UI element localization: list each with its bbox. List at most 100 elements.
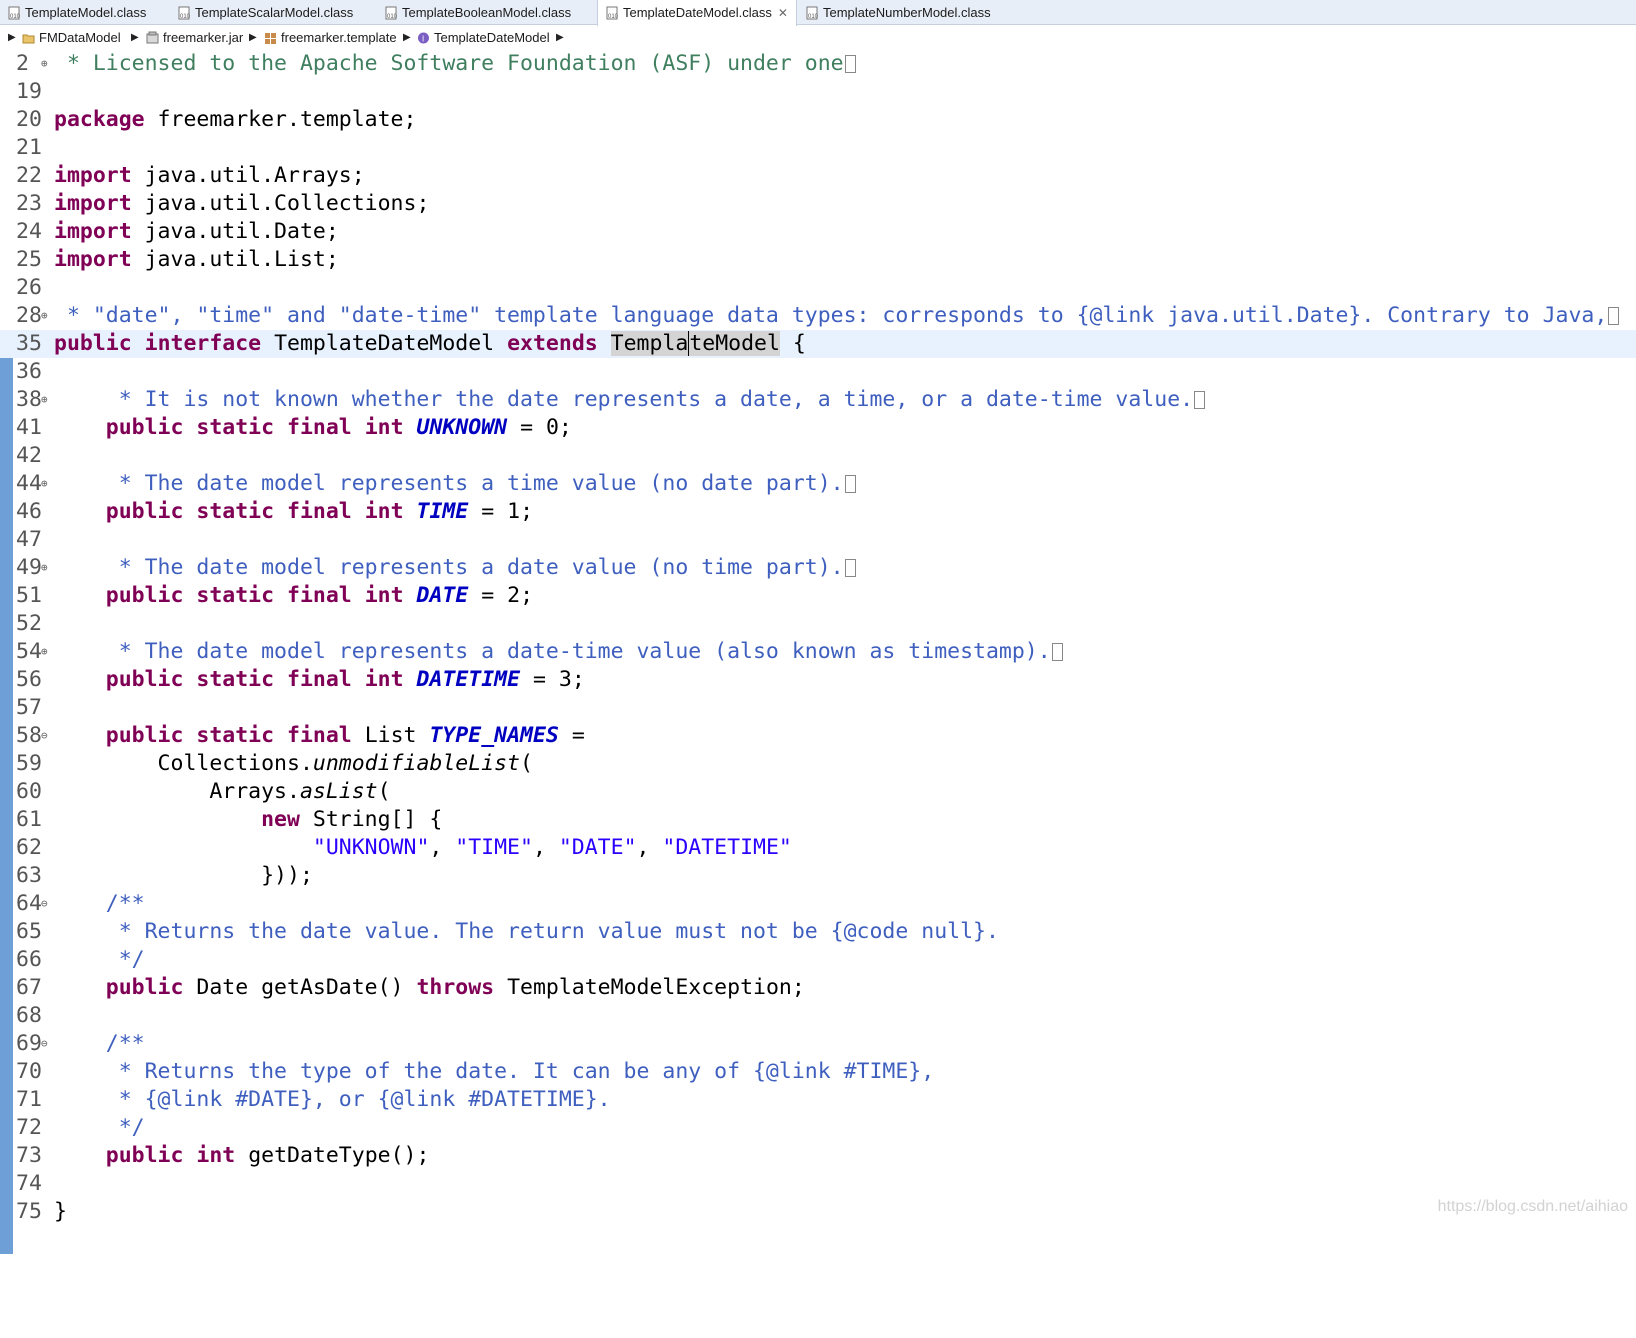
folded-text-icon[interactable] [1194,391,1206,409]
expand-fold-icon[interactable]: ⊕ [41,302,48,330]
class-file-icon: 010 [606,6,619,20]
code-line: 64 ⊖ /** [0,890,1636,946]
code-text: ( [377,779,391,804]
tab-template-model[interactable]: 010 TemplateModel.class [0,0,165,25]
chevron-right-icon[interactable]: ▶ [8,26,16,50]
keyword: import [54,247,132,272]
javadoc-comment: * The date model represents a time value… [54,471,844,496]
code-text: Date getAsDate() [183,975,417,1000]
collapse-fold-icon[interactable]: ⊖ [41,890,48,918]
code-line: 25 import java.util.List; [0,246,1636,274]
tab-template-number-model[interactable]: 010 TemplateNumberModel.class [798,0,1008,25]
line-number: 2 [16,51,29,76]
code-line: 47 [0,526,1636,582]
keyword: package [54,107,145,132]
line-number: 59 [16,751,42,776]
expand-fold-icon[interactable]: ⊕ [41,470,48,498]
keyword: import [54,191,132,216]
expand-fold-icon[interactable]: ⊕ [41,638,48,666]
line-number: 60 [16,779,42,804]
keyword: int [364,667,404,692]
editor-tab-bar: 010 TemplateModel.class 010 TemplateScalar… [0,0,1636,26]
line-number: 26 [16,275,42,300]
code-text: java.util.Arrays; [131,163,365,188]
line-number: 38 [16,387,42,412]
line-number: 56 [16,667,42,692]
expand-fold-icon[interactable]: ⊕ [41,386,48,414]
tab-template-scalar-model[interactable]: 010 TemplateScalarModel.class [170,0,365,25]
folded-text-icon[interactable] [844,55,856,73]
line-number: 49 [16,555,42,580]
folded-text-icon[interactable] [1608,307,1620,325]
breadcrumb-jar[interactable]: freemarker.jar [146,26,243,50]
code-text: = 0; [507,415,572,440]
code-text: = 3; [520,667,585,692]
string-literal: "UNKNOWN" [312,835,430,860]
keyword: static [196,667,275,692]
code-line: 66 */ [0,946,1636,1002]
code-text: = 1; [468,499,534,524]
code-line: 73 public int getDateType(); [0,1142,1636,1198]
keyword: public [105,1143,184,1168]
javadoc-comment: * {@link #DATE}, or {@link #DATETIME}. [54,1087,611,1112]
code-text: freemarker.template; [144,107,417,132]
javadoc-comment: */ [54,947,145,972]
code-text: } [54,1199,67,1224]
code-line: 57 [0,694,1636,750]
line-number: 44 [16,471,42,496]
chevron-right-icon[interactable]: ▶ [131,26,139,50]
line-number: 62 [16,835,42,860]
code-line: 28 ⊕ * "date", "time" and "date-time" tem… [0,302,1636,358]
javadoc-comment: * The date model represents a date value… [54,555,844,580]
svg-text:010: 010 [10,14,21,20]
line-number: 52 [16,611,42,636]
keyword: static [196,583,275,608]
folded-text-icon[interactable] [844,559,856,577]
line-number: 73 [16,1143,42,1168]
tab-template-boolean-model[interactable]: 010 TemplateBooleanModel.class [377,0,577,25]
chevron-right-icon[interactable]: ▶ [249,26,257,50]
line-number: 20 [16,107,42,132]
constant-field: TYPE_NAMES [429,723,559,748]
breadcrumb-type-label: TemplateDateModel [434,30,550,45]
code-text: String[] { [299,807,443,832]
code-line: 23 import java.util.Collections; [0,190,1636,218]
code-line: 71 * {@link #DATE}, or {@link #DATETIME}… [0,1086,1636,1142]
line-number: 46 [16,499,42,524]
tab-label: TemplateNumberModel.class [823,5,991,20]
method-call: unmodifiableList [312,751,520,776]
keyword: public [105,667,184,692]
keyword: final [287,667,352,692]
string-literal: "DATE" [558,835,637,860]
folded-text-icon[interactable] [844,475,856,493]
code-editor[interactable]: 2 ⊕ * Licensed to the Apache Software Fou… [0,50,1636,1254]
code-line: 62 "UNKNOWN", "TIME", "DATE", "DATETIME" [0,834,1636,890]
breadcrumb-project[interactable]: FMDataModel [22,26,121,50]
code-line: 59 Collections.unmodifiableList( [0,750,1636,806]
collapse-fold-icon[interactable]: ⊖ [41,1030,48,1058]
tab-template-date-model[interactable]: 010 TemplateDateModel.class ✕ [597,0,797,26]
expand-fold-icon[interactable]: ⊕ [41,50,48,78]
keyword: public [105,723,184,748]
line-number: 42 [16,443,42,468]
keyword: static [196,499,275,524]
class-file-icon: 010 [178,6,191,20]
keyword: final [287,723,352,748]
javadoc-comment: * The date model represents a date-time … [54,639,1051,664]
breadcrumb-package[interactable]: freemarker.template [264,26,397,50]
keyword: static [196,723,275,748]
tab-label: TemplateBooleanModel.class [402,5,572,20]
code-line: 60 Arrays.asList( [0,778,1636,834]
breadcrumb-type[interactable]: I TemplateDateModel [417,26,550,50]
code-line: 44 ⊕ * The date model represents a time v… [0,470,1636,526]
keyword: import [54,163,132,188]
watermark: https://blog.csdn.net/aihiao [1437,1198,1628,1215]
expand-fold-icon[interactable]: ⊕ [41,554,48,582]
string-literal: "DATETIME" [662,835,792,860]
folded-text-icon[interactable] [1051,643,1063,661]
collapse-fold-icon[interactable]: ⊖ [41,722,48,750]
chevron-right-icon[interactable]: ▶ [403,26,411,50]
chevron-right-icon[interactable]: ▶ [556,26,564,50]
code-line: 68 [0,1002,1636,1058]
close-icon[interactable]: ✕ [778,6,788,20]
